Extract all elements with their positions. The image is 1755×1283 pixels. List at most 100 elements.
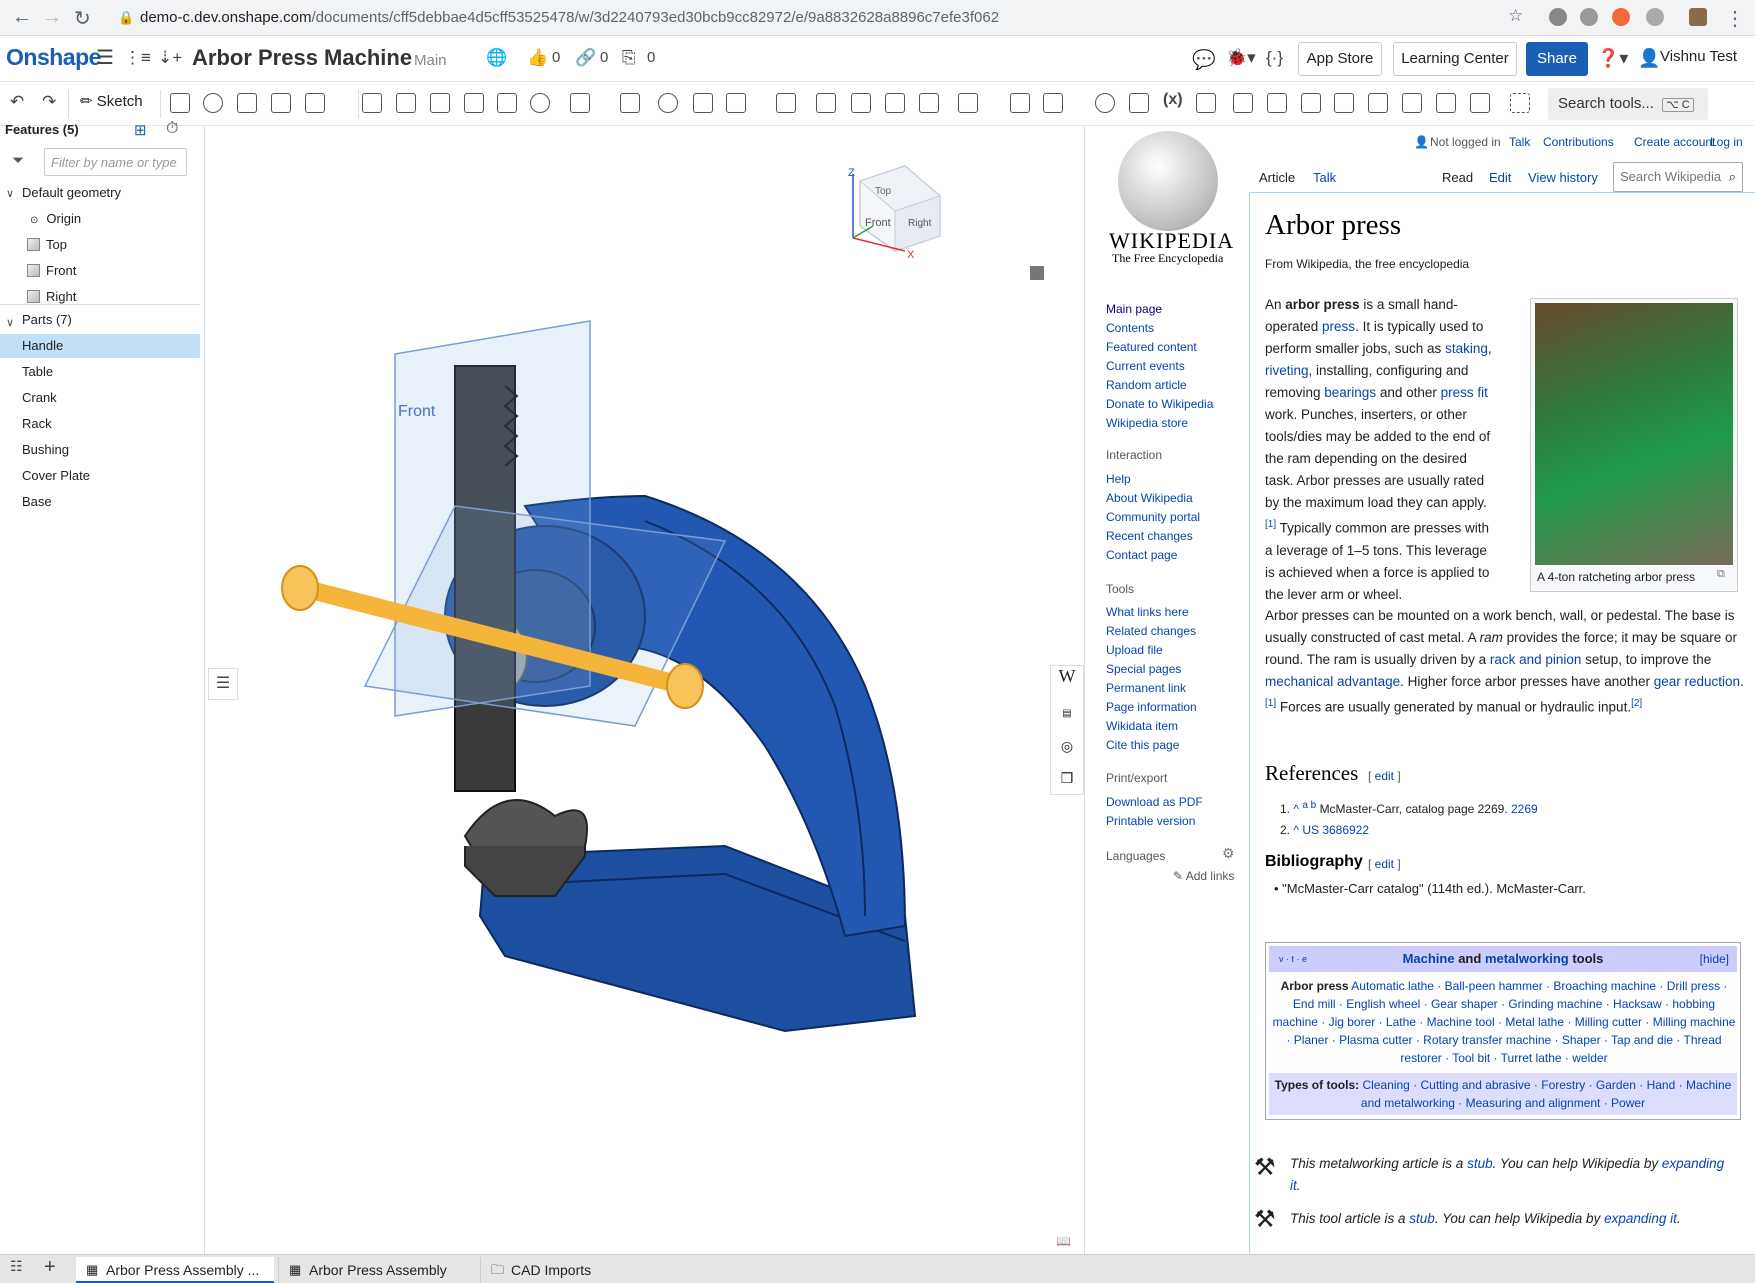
- nav-store[interactable]: Wikipedia store: [1106, 414, 1213, 433]
- redo-icon[interactable]: ↷: [42, 92, 56, 112]
- comment-icon[interactable]: 💬: [1192, 48, 1216, 72]
- log-in-link[interactable]: Log in: [1710, 135, 1743, 149]
- form-icon[interactable]: [1402, 93, 1422, 113]
- nav-permanent-link[interactable]: Permanent link: [1106, 679, 1197, 698]
- nav-help[interactable]: Help: [1106, 470, 1200, 489]
- stub-link[interactable]: stub: [1467, 1156, 1493, 1171]
- document-name[interactable]: Arbor Press Machine: [192, 45, 412, 71]
- navbox-vte[interactable]: v · t · e: [1279, 946, 1307, 972]
- nav-download-pdf[interactable]: Download as PDF: [1106, 793, 1203, 812]
- plane-icon[interactable]: [1010, 93, 1030, 113]
- onshape-logo[interactable]: Onshape: [6, 44, 101, 71]
- learning-center-button[interactable]: Learning Center: [1393, 42, 1517, 76]
- modify-fillet-icon[interactable]: [816, 93, 836, 113]
- tab-article[interactable]: Article: [1259, 170, 1295, 185]
- stl-icon[interactable]: ▤: [1051, 698, 1083, 730]
- parts-folder[interactable]: Parts (7): [22, 308, 72, 332]
- mirror-icon[interactable]: [620, 93, 640, 113]
- list-toggle-icon[interactable]: ☰: [208, 668, 238, 700]
- delete-face-icon[interactable]: [851, 93, 871, 113]
- part-item-table[interactable]: Table: [22, 360, 53, 384]
- hole-icon[interactable]: [530, 93, 550, 113]
- back-icon[interactable]: ←: [12, 6, 32, 29]
- hamburger-menu-icon[interactable]: ☰: [96, 45, 114, 70]
- link-icon[interactable]: 🔗: [575, 48, 596, 68]
- reload-icon[interactable]: ↻: [74, 6, 91, 31]
- thicken-icon[interactable]: [305, 93, 325, 113]
- feature-item-front[interactable]: Front: [27, 259, 76, 283]
- part-item-rack[interactable]: Rack: [22, 412, 52, 436]
- variable-icon[interactable]: (x): [1163, 91, 1183, 109]
- nav-featured-content[interactable]: Featured content: [1106, 338, 1213, 357]
- hem-icon[interactable]: [1301, 93, 1321, 113]
- add-folder-icon[interactable]: ⊞: [134, 121, 147, 139]
- nav-about[interactable]: About Wikipedia: [1106, 489, 1200, 508]
- corner-icon[interactable]: [1436, 93, 1456, 113]
- copy-icon[interactable]: ⎘: [622, 48, 636, 68]
- references-edit[interactable]: [ edit ]: [1368, 769, 1401, 783]
- contributions-link[interactable]: Contributions: [1543, 135, 1614, 149]
- rib-icon[interactable]: [464, 93, 484, 113]
- stub-link[interactable]: stub: [1409, 1211, 1435, 1226]
- part-studio-icon[interactable]: [1196, 93, 1216, 113]
- bookmark-star-icon[interactable]: ☆: [1508, 6, 1523, 26]
- nav-wikidata-item[interactable]: Wikidata item: [1106, 717, 1197, 736]
- extrude-icon[interactable]: [170, 93, 190, 113]
- tab-list-icon[interactable]: ☷: [10, 1258, 23, 1275]
- nav-main-page[interactable]: Main page: [1106, 300, 1213, 319]
- version-graph-icon[interactable]: ⋮≡: [124, 48, 151, 68]
- book-icon[interactable]: 📖: [1056, 1234, 1071, 1248]
- nav-related-changes[interactable]: Related changes: [1106, 622, 1197, 641]
- feature-item-right[interactable]: Right: [27, 285, 76, 309]
- transform-icon[interactable]: [726, 93, 746, 113]
- profile-avatar[interactable]: [1689, 8, 1707, 26]
- nav-contents[interactable]: Contents: [1106, 319, 1213, 338]
- extension-icon[interactable]: [1646, 8, 1664, 26]
- tab-arbor-press-assembly[interactable]: ▦ Arbor Press Assembly: [278, 1257, 476, 1283]
- browser-menu-icon[interactable]: ⋮: [1725, 6, 1745, 31]
- tab-cad-imports[interactable]: 🗀 CAD Imports: [480, 1257, 678, 1283]
- revolve-icon[interactable]: [203, 93, 223, 113]
- boolean-icon[interactable]: [658, 93, 678, 113]
- split-icon[interactable]: [693, 93, 713, 113]
- undo-icon[interactable]: ↶: [10, 92, 24, 112]
- arbor-press-photo[interactable]: [1535, 303, 1733, 565]
- expanding-link[interactable]: expanding it: [1604, 1211, 1677, 1226]
- wiki-search-input[interactable]: Search Wikipedia ⌕: [1613, 162, 1743, 192]
- extension-icon[interactable]: [1580, 8, 1598, 26]
- tab-edit[interactable]: Edit: [1489, 170, 1511, 185]
- parts-icon[interactable]: ❒: [1051, 762, 1083, 794]
- edit-link[interactable]: edit: [1375, 769, 1394, 783]
- tab-icon[interactable]: [1334, 93, 1354, 113]
- edit-link[interactable]: edit: [1375, 857, 1394, 871]
- add-tab-icon[interactable]: +: [44, 1256, 56, 1279]
- chevron-down-icon[interactable]: ∨: [6, 187, 14, 200]
- sketch-button[interactable]: ✏ Sketch: [80, 92, 143, 110]
- search-icon[interactable]: ⌕: [1729, 163, 1736, 191]
- code-icon[interactable]: {·}: [1266, 48, 1283, 68]
- search-tools-input[interactable]: Search tools... ⌥ C: [1548, 88, 1708, 120]
- bibliography-edit[interactable]: [ edit ]: [1368, 857, 1401, 871]
- gear-icon[interactable]: ⚙: [1222, 845, 1235, 862]
- insert-icon[interactable]: ⇣+: [158, 48, 182, 68]
- nav-contact-page[interactable]: Contact page: [1106, 546, 1200, 565]
- nav-cite-this-page[interactable]: Cite this page: [1106, 736, 1197, 755]
- feature-filter-input[interactable]: Filter by name or type: [44, 148, 187, 176]
- user-talk-link[interactable]: Talk: [1509, 135, 1530, 149]
- helix-icon[interactable]: [1095, 93, 1115, 113]
- extension-icon[interactable]: [1612, 8, 1630, 26]
- graphics-viewport[interactable]: Front Top Front Right Z X: [205, 126, 1083, 1254]
- finish-icon[interactable]: [1470, 93, 1490, 113]
- nav-printable-version[interactable]: Printable version: [1106, 812, 1203, 831]
- offset-surface-icon[interactable]: [958, 93, 978, 113]
- replace-face-icon[interactable]: [919, 93, 939, 113]
- part-item-handle[interactable]: Handle: [0, 334, 200, 358]
- nav-donate[interactable]: Donate to Wikipedia: [1106, 395, 1213, 414]
- part-item-bushing[interactable]: Bushing: [22, 438, 69, 462]
- like-icon[interactable]: 👍: [527, 48, 548, 68]
- mate-connector-icon[interactable]: [1043, 93, 1063, 113]
- tab-arbor-press-assembly-active[interactable]: ▦ Arbor Press Assembly ...: [76, 1257, 274, 1283]
- nav-recent-changes[interactable]: Recent changes: [1106, 527, 1200, 546]
- pattern-icon[interactable]: [570, 93, 590, 113]
- share-button[interactable]: Share: [1526, 42, 1588, 76]
